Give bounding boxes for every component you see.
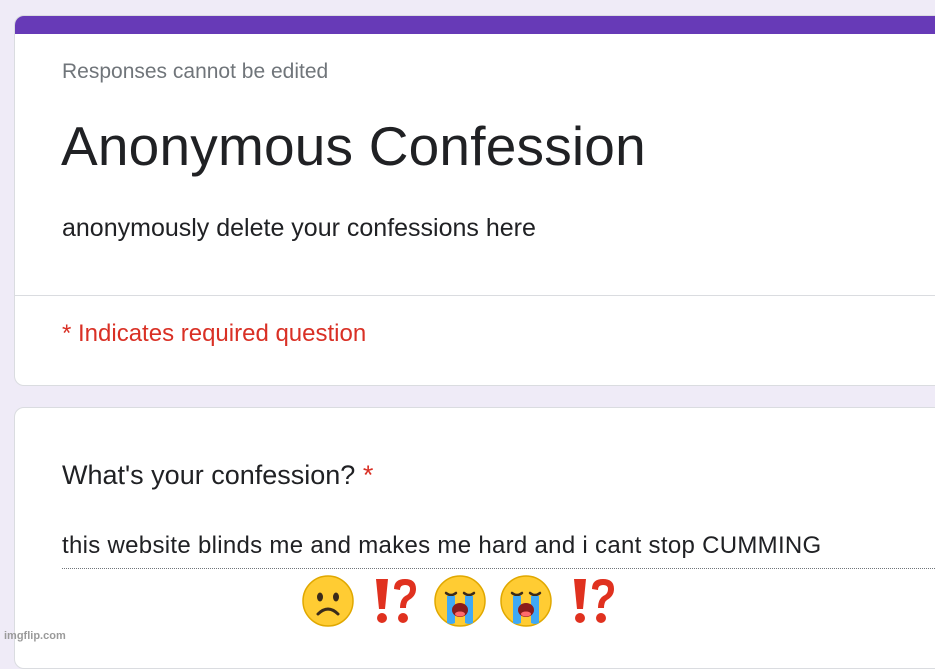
- emoji-reaction-row: [300, 573, 620, 631]
- loudly-crying-face-icon: [498, 573, 554, 629]
- form-title: Anonymous Confession: [61, 115, 646, 177]
- required-asterisk: *: [362, 460, 374, 490]
- loudly-crying-face-icon: [432, 573, 488, 629]
- interrobang-icon: [564, 573, 620, 629]
- imgflip-watermark: imgflip.com: [4, 630, 66, 642]
- interrobang-icon: [366, 573, 422, 629]
- header-divider: [15, 295, 935, 296]
- answer-input[interactable]: this website blinds me and makes me hard…: [62, 532, 822, 560]
- question-label: What's your confession?: [62, 460, 356, 490]
- form-description: anonymously delete your confessions here: [62, 214, 536, 242]
- question-title: What's your confession? *: [62, 460, 373, 491]
- frowning-face-icon: [300, 573, 356, 629]
- theme-accent-bar: [15, 16, 935, 34]
- form-header-card: Responses cannot be edited Anonymous Con…: [14, 15, 935, 386]
- required-note: * Indicates required question: [62, 320, 367, 347]
- answer-underline: [62, 568, 935, 569]
- responses-notice: Responses cannot be edited: [62, 60, 329, 83]
